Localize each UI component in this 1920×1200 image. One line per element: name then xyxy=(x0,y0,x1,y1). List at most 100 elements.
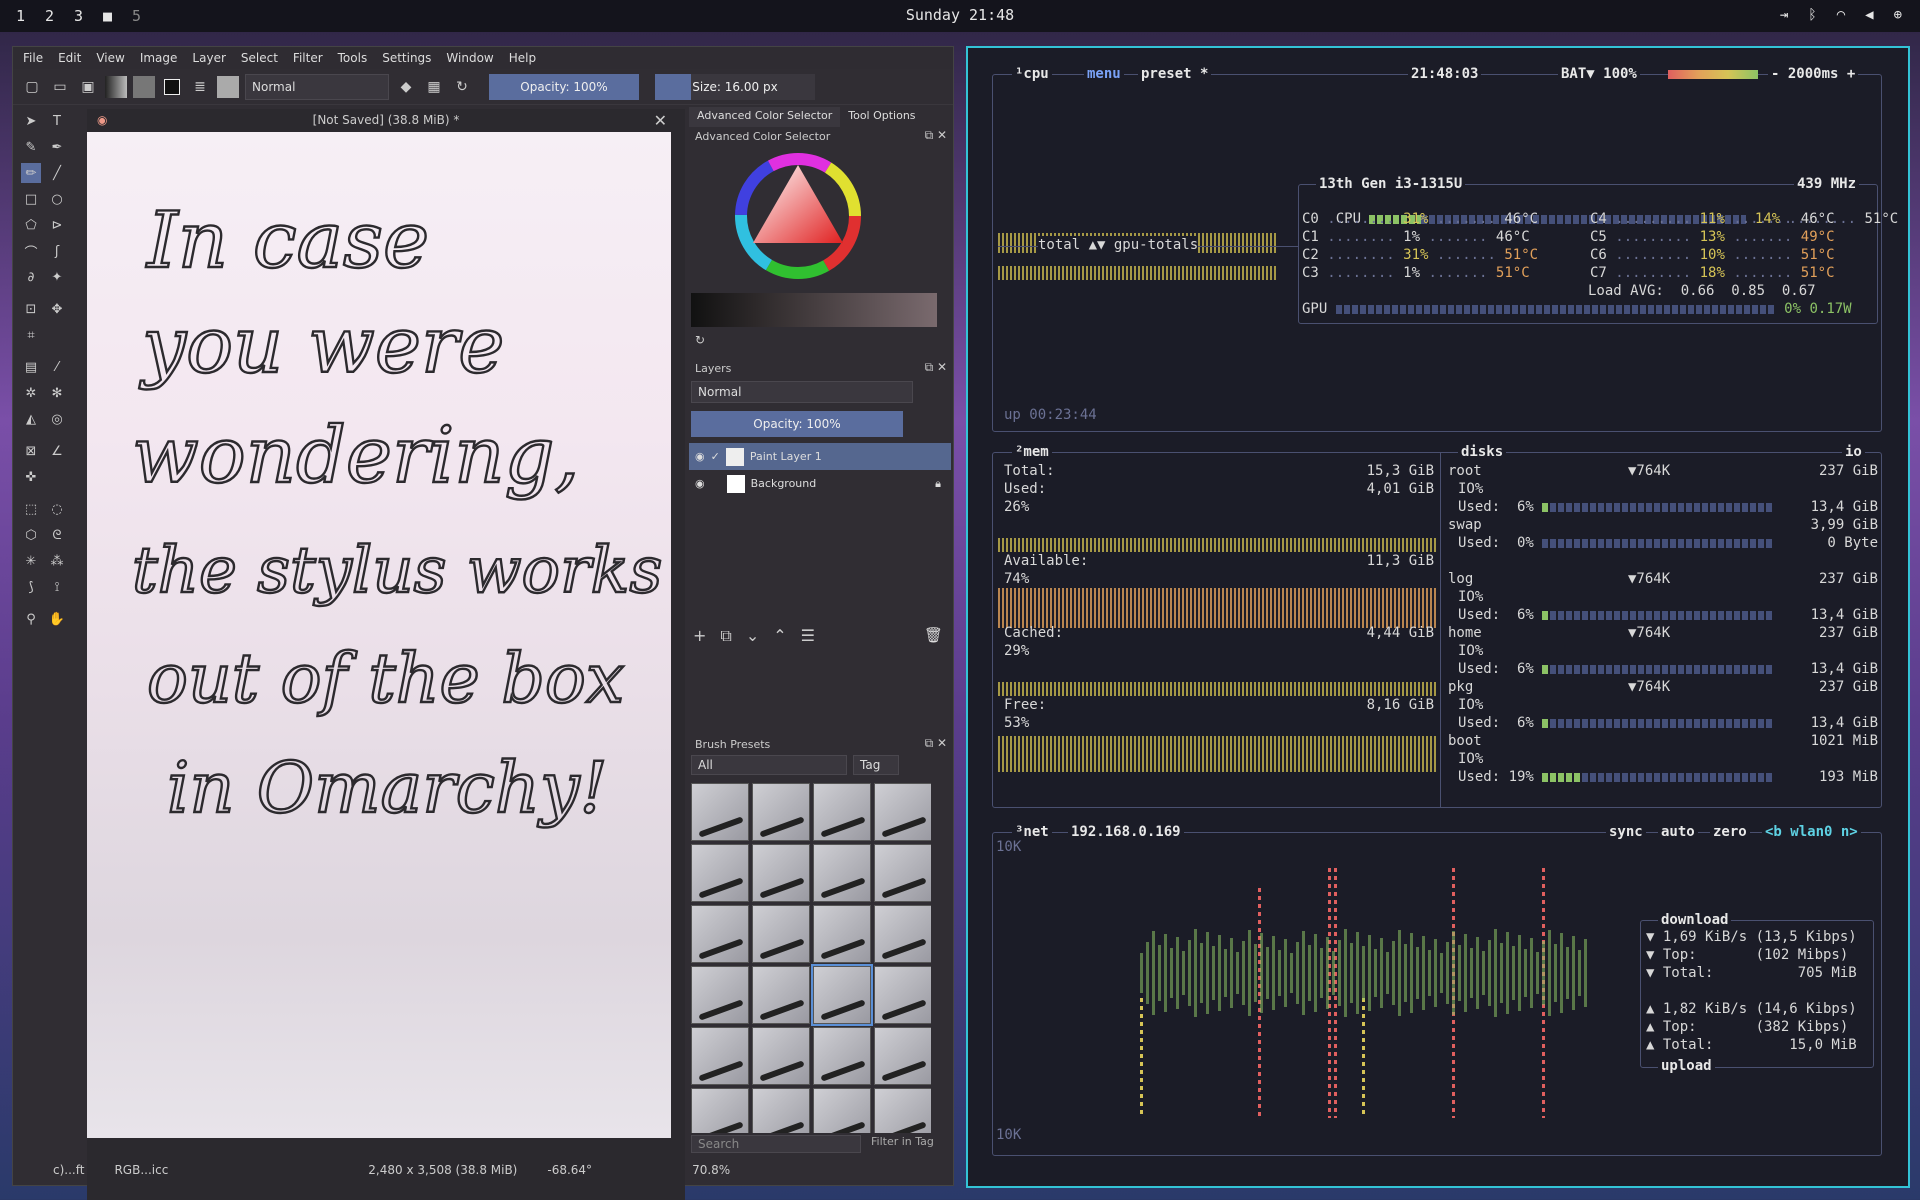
tab-advanced-color-selector[interactable]: Advanced Color Selector xyxy=(689,107,841,127)
ellipse-select-icon[interactable]: ◌ xyxy=(47,499,67,519)
menu-help[interactable]: Help xyxy=(509,51,536,65)
volume-icon[interactable]: ◀ xyxy=(1865,7,1873,23)
brush-preset[interactable] xyxy=(752,1088,810,1133)
gradient-icon[interactable] xyxy=(105,75,127,98)
polygon-tool-icon[interactable]: ⬠ xyxy=(21,215,41,235)
brush-preset[interactable] xyxy=(874,783,931,841)
power-profile-icon[interactable]: ⊕ xyxy=(1894,7,1902,23)
net-zero[interactable]: zero xyxy=(1710,824,1750,840)
tab-tool-options[interactable]: Tool Options xyxy=(840,107,923,127)
brush-preset[interactable] xyxy=(752,844,810,902)
move-up-icon[interactable]: ⌃ xyxy=(773,626,786,646)
logout-icon[interactable]: ⇥ xyxy=(1780,7,1788,23)
menu-file[interactable]: File xyxy=(23,51,43,65)
size-slider[interactable]: Size: 16.00 px xyxy=(655,73,815,100)
add-layer-icon[interactable]: + xyxy=(693,626,706,646)
brush-preset[interactable] xyxy=(691,783,749,841)
mem-title[interactable]: ²mem xyxy=(1012,444,1052,460)
menu-tools[interactable]: Tools xyxy=(338,51,368,65)
save-icon[interactable]: ▣ xyxy=(77,76,99,98)
line-tool-icon[interactable]: ╱ xyxy=(47,163,67,183)
brush-preset[interactable] xyxy=(813,844,871,902)
reference-tool-icon[interactable]: ✜ xyxy=(21,467,41,487)
brush-preset[interactable] xyxy=(813,1027,871,1085)
visibility-eye-icon[interactable]: ◉ xyxy=(695,450,705,463)
brush-preset-icon[interactable] xyxy=(217,75,239,98)
brush-preset[interactable] xyxy=(691,966,749,1024)
workspace-5[interactable]: 5 xyxy=(132,7,161,25)
workspace-1[interactable]: 1 xyxy=(16,7,45,25)
brush-close-icon[interactable]: ⧉ ✕ xyxy=(925,736,947,751)
layer-properties-icon[interactable]: ☰ xyxy=(801,626,815,646)
contiguous-select-icon[interactable]: ✳ xyxy=(21,551,41,571)
lock-icon[interactable]: 🔒︎ xyxy=(935,477,941,491)
io-toggle[interactable]: io xyxy=(1842,444,1865,460)
text-tool-icon[interactable]: T xyxy=(47,111,67,131)
menu-tab[interactable]: menu xyxy=(1084,66,1124,82)
visibility-eye-icon[interactable]: ◉ xyxy=(695,477,705,490)
multibrush-icon[interactable]: ✦ xyxy=(47,267,67,287)
menu-settings[interactable]: Settings xyxy=(382,51,431,65)
brush-preset[interactable] xyxy=(752,966,810,1024)
crop-tool-icon[interactable]: ⌗ xyxy=(21,325,41,345)
layer-blend-select[interactable]: Normal xyxy=(691,381,913,403)
wifi-icon[interactable]: ◠ xyxy=(1837,7,1845,23)
update-interval[interactable]: - 2000ms + xyxy=(1768,66,1859,82)
bluetooth-icon[interactable]: ᛒ xyxy=(1808,7,1816,23)
select-shapes-icon[interactable]: ➤ xyxy=(21,111,41,131)
brush-preset[interactable] xyxy=(752,783,810,841)
enclose-fill-icon[interactable]: ◎ xyxy=(47,409,67,429)
rectangle-tool-icon[interactable]: □ xyxy=(21,189,41,209)
brush-filter-select[interactable]: All xyxy=(691,755,847,775)
brush-preset[interactable] xyxy=(691,844,749,902)
color-swatch-icon[interactable] xyxy=(161,76,183,98)
color-wheel[interactable] xyxy=(733,151,863,281)
status-rotation[interactable]: -68.64° xyxy=(547,1163,592,1177)
brush-tag-select[interactable]: Tag xyxy=(853,755,899,775)
bezier-select-icon[interactable]: ⟆ xyxy=(21,577,41,597)
opacity-slider[interactable]: Opacity: 100% xyxy=(489,73,639,100)
blend-mode-select[interactable]: Normal xyxy=(245,73,389,100)
brush-preset[interactable] xyxy=(752,1027,810,1085)
open-folder-icon[interactable]: ▭ xyxy=(49,76,71,98)
freehand-path-icon[interactable]: ʃ xyxy=(47,241,67,261)
menu-view[interactable]: View xyxy=(96,51,124,65)
brush-preset[interactable] xyxy=(691,905,749,963)
workspace-2[interactable]: 2 xyxy=(45,7,74,25)
brush-preset[interactable] xyxy=(874,1027,931,1085)
refresh-icon[interactable]: ↻ xyxy=(695,333,705,347)
alpha-lock-icon[interactable]: ▦ xyxy=(423,76,445,98)
bezier-tool-icon[interactable]: ⌒ xyxy=(21,241,41,261)
drawing-canvas[interactable]: In case you were wondering, the stylus w… xyxy=(87,132,671,1138)
menu-image[interactable]: Image xyxy=(140,51,178,65)
new-document-icon[interactable]: ▢ xyxy=(21,76,43,98)
freehand-select-icon[interactable]: ᘓ xyxy=(47,525,67,545)
color-shade-bars[interactable] xyxy=(691,293,937,327)
move-down-icon[interactable]: ⌄ xyxy=(746,626,759,646)
menu-select[interactable]: Select xyxy=(241,51,278,65)
workspace-3[interactable]: 3 xyxy=(74,7,103,25)
gradient-tool-icon[interactable]: ▤ xyxy=(21,357,41,377)
freehand-brush-icon[interactable]: ✏ xyxy=(21,163,41,183)
checkbox-icon[interactable]: ✓ xyxy=(711,450,720,463)
brush-preset[interactable] xyxy=(752,905,810,963)
pattern-icon[interactable] xyxy=(133,75,155,98)
filter-in-tag-checkbox[interactable]: Filter in Tag xyxy=(871,1135,934,1153)
zoom-tool-icon[interactable]: ⚲ xyxy=(21,609,41,629)
magnetic-select-icon[interactable]: ⟟ xyxy=(47,577,67,597)
disks-title[interactable]: disks xyxy=(1458,444,1507,460)
layer-opacity-slider[interactable]: Opacity: 100% xyxy=(691,411,903,437)
clock[interactable]: Sunday 21:48 xyxy=(0,6,1920,24)
edit-shapes-icon[interactable]: ✎ xyxy=(21,137,41,157)
net-interface[interactable]: <b wlan0 n> xyxy=(1762,824,1861,840)
transform-tool-icon[interactable]: ⊡ xyxy=(21,299,41,319)
pan-tool-icon[interactable]: ✋ xyxy=(47,609,67,629)
brush-preset[interactable] xyxy=(813,1088,871,1133)
close-document-icon[interactable]: ✕ xyxy=(654,111,667,130)
brush-preset[interactable] xyxy=(691,1027,749,1085)
rect-select-icon[interactable]: ⬚ xyxy=(21,499,41,519)
docker-close-icon[interactable]: ⧉ ✕ xyxy=(925,128,947,143)
polyline-tool-icon[interactable]: ⊳ xyxy=(47,215,67,235)
measure-tool-icon[interactable]: ∠ xyxy=(47,441,67,461)
brush-preset[interactable] xyxy=(874,844,931,902)
